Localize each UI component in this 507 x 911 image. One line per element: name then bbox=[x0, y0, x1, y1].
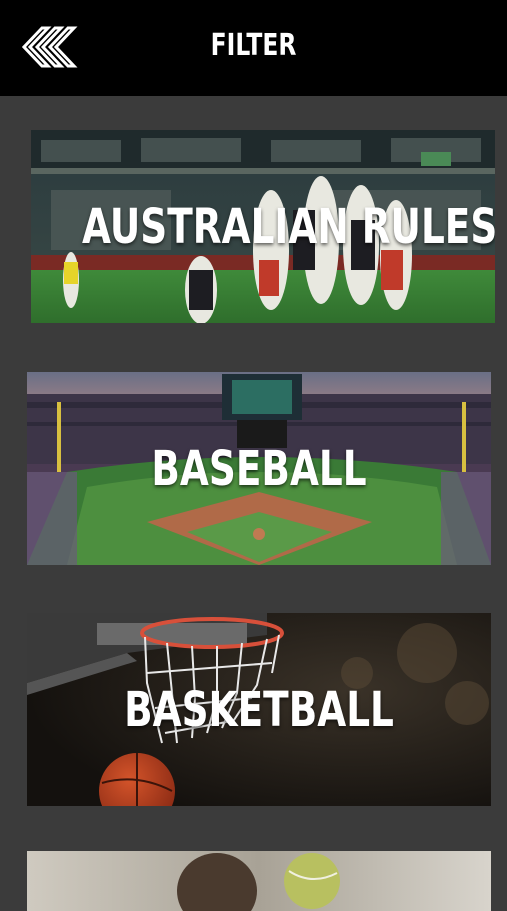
app-header: FILTER bbox=[0, 0, 507, 96]
sport-card-baseball[interactable]: BASEBALL bbox=[27, 372, 491, 565]
sport-label: AUSTRALIAN RULES bbox=[82, 198, 495, 255]
sport-label: BASEBALL bbox=[151, 440, 367, 497]
page-title: FILTER bbox=[210, 28, 297, 63]
sport-list: AUSTRALIAN RULES BASEBALL BASKETBALL bbox=[0, 96, 507, 911]
sport-image bbox=[27, 851, 491, 911]
sport-card-fourth[interactable] bbox=[27, 851, 491, 911]
sport-card-basketball[interactable]: BASKETBALL bbox=[27, 613, 491, 806]
sport-label: BASKETBALL bbox=[124, 681, 394, 738]
sport-card-australian-rules[interactable]: AUSTRALIAN RULES bbox=[31, 130, 495, 323]
